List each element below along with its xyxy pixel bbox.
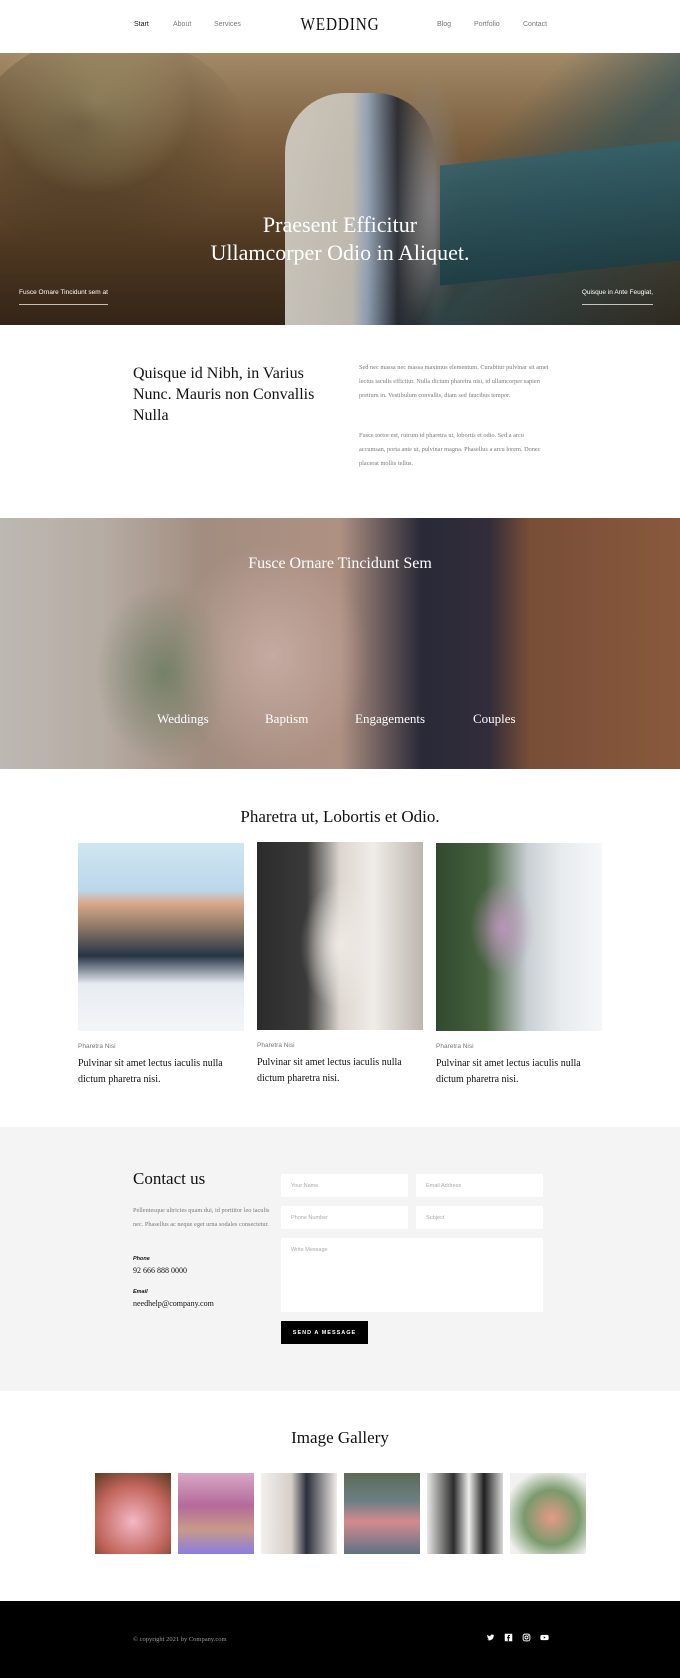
phone-label: Phone xyxy=(133,1256,150,1262)
contact-description: Pellentesque ultricies quam dui, id port… xyxy=(133,1207,270,1228)
gallery-image-bouquet[interactable] xyxy=(510,1473,586,1554)
intro-paragraph-1: Sed nec massa nec massa maximus elementu… xyxy=(359,364,549,399)
gallery-section: Image Gallery xyxy=(0,1391,680,1601)
gallery-heading: Image Gallery xyxy=(291,1428,389,1447)
portfolio-image-embrace[interactable] xyxy=(257,842,423,1030)
phone-input[interactable] xyxy=(281,1206,408,1229)
service-link-baptism[interactable]: Baptism xyxy=(265,711,308,727)
portfolio-category: Pharetra Nisi xyxy=(257,1042,295,1049)
nav-link-blog[interactable]: Blog xyxy=(437,21,451,28)
portfolio-title[interactable]: Pulvinar sit amet lectus iaculis nulla d… xyxy=(257,1055,423,1087)
portfolio-title[interactable]: Pulvinar sit amet lectus iaculis nulla d… xyxy=(436,1056,602,1088)
hero-left-link[interactable]: Fusce Ornare Tincidunt sem at xyxy=(19,289,108,305)
portfolio-title[interactable]: Pulvinar sit amet lectus iaculis nulla d… xyxy=(78,1056,244,1088)
footer: © copyright 2021 by Company.com xyxy=(0,1601,680,1678)
gallery-image-flowers-table[interactable] xyxy=(95,1473,171,1554)
service-link-weddings[interactable]: Weddings xyxy=(157,711,209,727)
contact-section: Contact us Pellentesque ultricies quam d… xyxy=(0,1127,680,1391)
service-link-engagements[interactable]: Engagements xyxy=(355,711,425,727)
portfolio-category: Pharetra Nisi xyxy=(436,1043,474,1050)
instagram-icon[interactable] xyxy=(521,1633,531,1643)
twitter-icon[interactable] xyxy=(485,1633,495,1643)
gallery-image-bridesmaids[interactable] xyxy=(344,1473,420,1554)
gallery-image-rings[interactable] xyxy=(261,1473,337,1554)
intro-paragraph-2: Fusce tortor est, rutrum id pharetra ut,… xyxy=(359,432,541,467)
contact-heading: Contact us xyxy=(133,1169,206,1188)
send-message-button[interactable]: SEND A MESSAGE xyxy=(281,1321,368,1344)
phone-value[interactable]: 92 666 888 0000 xyxy=(133,1266,187,1275)
email-value[interactable]: needhelp@company.com xyxy=(133,1299,214,1308)
hero-title: Praesent Efficitur Ullamcorper Odio in A… xyxy=(210,212,470,265)
portfolio-card[interactable]: Pharetra Nisi Pulvinar sit amet lectus i… xyxy=(78,843,244,1088)
services-heading: Fusce Ornare Tincidunt Sem xyxy=(248,555,432,572)
hero-right-link[interactable]: Quisque in Ante Feugiat, xyxy=(581,289,653,305)
portfolio-image-boat-couple[interactable] xyxy=(78,843,244,1031)
hero-banner: Praesent Efficitur Ullamcorper Odio in A… xyxy=(0,53,680,325)
services-banner: Fusce Ornare Tincidunt Sem Weddings Bapt… xyxy=(0,518,680,769)
portfolio-heading: Pharetra ut, Lobortis et Odio. xyxy=(240,807,440,826)
intro-heading: Quisque id Nibh, in Varius Nunc. Mauris … xyxy=(133,365,315,424)
portfolio-category: Pharetra Nisi xyxy=(78,1043,116,1050)
service-link-couples[interactable]: Couples xyxy=(473,711,516,727)
gallery-image-celebration[interactable] xyxy=(178,1473,254,1554)
facebook-icon[interactable] xyxy=(503,1633,513,1643)
message-textarea[interactable] xyxy=(281,1238,543,1312)
subject-input[interactable] xyxy=(416,1206,543,1229)
nav-link-contact[interactable]: Contact xyxy=(523,21,547,28)
portfolio-card[interactable]: Pharetra Nisi Pulvinar sit amet lectus i… xyxy=(436,843,602,1088)
top-navigation: Start About Services WEDDING Blog Portfo… xyxy=(0,0,680,53)
intro-section: Quisque id Nibh, in Varius Nunc. Mauris … xyxy=(0,325,680,518)
name-input[interactable] xyxy=(281,1174,408,1197)
nav-link-portfolio[interactable]: Portfolio xyxy=(474,21,500,28)
portfolio-image-brides[interactable] xyxy=(436,843,602,1031)
copyright-text: © copyright 2021 by Company.com xyxy=(133,1636,227,1643)
youtube-icon[interactable] xyxy=(539,1633,549,1643)
email-input[interactable] xyxy=(416,1174,543,1197)
portfolio-section: Pharetra ut, Lobortis et Odio. Pharetra … xyxy=(0,769,680,1127)
gallery-image-walking-couple[interactable] xyxy=(427,1473,503,1554)
email-label: Email xyxy=(133,1289,148,1295)
portfolio-card[interactable]: Pharetra Nisi Pulvinar sit amet lectus i… xyxy=(257,842,423,1087)
